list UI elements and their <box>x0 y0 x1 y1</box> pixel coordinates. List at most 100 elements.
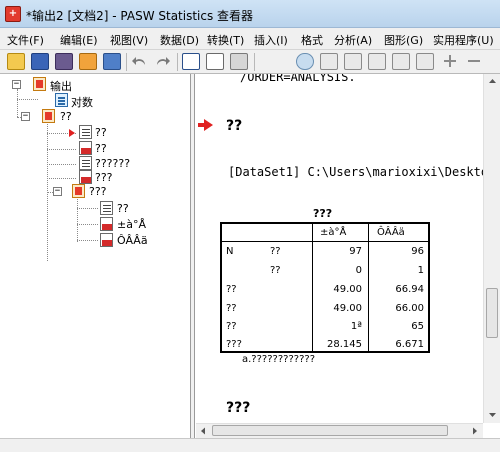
find-icon[interactable] <box>296 53 314 70</box>
toolbar-separator <box>126 53 127 71</box>
horizontal-scrollbar[interactable] <box>196 423 483 438</box>
collapse-root-icon[interactable]: − <box>12 80 21 89</box>
table-cell: 1ª <box>350 321 362 332</box>
viewer-content: /ORDER=ANALYSIS. ?? [DataSet1] C:\Users\… <box>196 74 500 423</box>
menu-transform[interactable]: 转换(T) <box>207 32 244 48</box>
subsection-book-icon <box>72 184 85 198</box>
designate-window-icon[interactable] <box>320 53 338 70</box>
horizontal-scroll-thumb[interactable] <box>212 425 448 436</box>
table-cell: 49.00 <box>333 284 362 295</box>
expand-icon[interactable] <box>392 53 410 70</box>
table-title: ??? <box>313 207 333 220</box>
scroll-right-icon[interactable] <box>468 424 482 438</box>
tree-item-label[interactable]: ?? <box>95 142 107 155</box>
menu-analyze[interactable]: 分析(A) <box>334 32 372 48</box>
outline-pane: − 输出 对数 − ?? ?? ?? ?????? ??? − ??? ?? ±… <box>0 74 191 438</box>
collapse-subsection-icon[interactable]: − <box>53 187 62 196</box>
collapse-section-icon[interactable]: − <box>21 112 30 121</box>
table-icon <box>79 170 92 184</box>
syntax-line: /ORDER=ANALYSIS. <box>240 74 356 84</box>
current-section-arrow-icon <box>198 119 213 131</box>
export-icon[interactable] <box>103 53 121 70</box>
tree-connector <box>77 224 98 225</box>
open-icon[interactable] <box>7 53 25 70</box>
scroll-left-icon[interactable] <box>196 424 210 438</box>
tree-subsection-label[interactable]: ??? <box>89 185 107 198</box>
tree-connector <box>47 121 48 261</box>
column-header: ÔÂÂä <box>377 227 405 238</box>
table-footnote: a.???????????? <box>242 354 315 365</box>
table-cell: 97 <box>349 246 362 257</box>
tree-log-label[interactable]: 对数 <box>71 94 93 110</box>
scroll-up-icon[interactable] <box>484 74 500 88</box>
tree-section-label[interactable]: ?? <box>60 110 72 123</box>
table-rule <box>312 222 313 353</box>
row-label: ??? <box>226 339 242 350</box>
toolbar-separator <box>254 53 255 71</box>
tree-connector <box>47 164 76 165</box>
redo-icon[interactable] <box>153 53 171 70</box>
table-rule <box>220 241 430 242</box>
tree-item-label[interactable]: ±à°Å <box>117 218 146 231</box>
tree-connector <box>47 149 76 150</box>
table-cell: 1 <box>417 265 424 276</box>
dataset-icon <box>79 156 92 170</box>
hide-icon[interactable] <box>465 53 483 70</box>
print-icon[interactable] <box>55 53 73 70</box>
tree-connector <box>77 196 78 242</box>
title-bar: + *输出2 [文档2] - PASW Statistics 查看器 <box>0 0 500 28</box>
pane-splitter[interactable] <box>191 74 195 438</box>
vertical-scrollbar[interactable] <box>483 74 500 423</box>
goto-case-icon[interactable] <box>206 53 224 70</box>
menu-data[interactable]: 数据(D) <box>160 32 199 48</box>
toolbar-separator <box>177 53 178 71</box>
menu-utilities[interactable]: 实用程序(U) <box>433 32 494 48</box>
row-label: ?? <box>226 303 237 314</box>
app-icon: + <box>5 6 21 22</box>
window-title: *输出2 [文档2] - PASW Statistics 查看器 <box>26 9 254 23</box>
save-icon[interactable] <box>31 53 49 70</box>
notes-icon <box>79 141 92 155</box>
show-icon[interactable] <box>441 53 459 70</box>
promote-icon[interactable] <box>344 53 362 70</box>
tree-item-label[interactable]: ÔÂÂä <box>117 234 148 247</box>
menu-view[interactable]: 视图(V) <box>110 32 148 48</box>
log-icon <box>55 93 68 107</box>
tree-connector <box>17 99 38 100</box>
table-rule <box>368 222 369 353</box>
statistics-table[interactable]: ±à°Å ÔÂÂä N ?? 97 96 ?? 0 1 ?? 49.00 66.… <box>220 222 430 353</box>
menu-format[interactable]: 格式 <box>301 32 323 48</box>
menu-file[interactable]: 文件(F) <box>7 32 44 48</box>
undo-icon[interactable] <box>131 53 149 70</box>
current-item-arrow-icon <box>69 129 75 137</box>
variables-icon[interactable] <box>230 53 248 70</box>
tree-item-label[interactable]: ?? <box>117 202 129 215</box>
menu-bar: 文件(F) 编辑(E) 视图(V) 数据(D) 转换(T) 插入(I) 格式 分… <box>0 28 500 50</box>
next-section-heading[interactable]: ??? <box>226 400 250 416</box>
title-icon <box>100 201 113 215</box>
tree-root-label[interactable]: 输出 <box>50 78 72 94</box>
tree-connector <box>47 178 76 179</box>
print-preview-icon[interactable] <box>79 53 97 70</box>
row-label: ?? <box>226 321 237 332</box>
section-heading[interactable]: ?? <box>226 118 242 134</box>
toolbar <box>0 50 500 74</box>
title-icon <box>79 125 92 139</box>
tree-item-label[interactable]: ?????? <box>95 157 130 170</box>
tree-item-label[interactable]: ?? <box>95 126 107 139</box>
menu-insert[interactable]: 插入(I) <box>254 32 288 48</box>
table-cell: 0 <box>355 265 362 276</box>
table-cell: 28.145 <box>327 339 362 350</box>
scroll-down-icon[interactable] <box>484 408 500 422</box>
menu-edit[interactable]: 编辑(E) <box>60 32 98 48</box>
menu-graphs[interactable]: 图形(G) <box>384 32 423 48</box>
chart-icon <box>100 217 113 231</box>
table-cell: 49.00 <box>333 303 362 314</box>
vertical-scroll-thumb[interactable] <box>486 288 498 338</box>
demote-icon[interactable] <box>368 53 386 70</box>
dataset-line[interactable]: [DataSet1] C:\Users\marioxixi\Desktop\ <box>228 165 500 179</box>
tree-item-label[interactable]: ??? <box>95 171 113 184</box>
goto-data-icon[interactable] <box>182 53 200 70</box>
collapse-icon[interactable] <box>416 53 434 70</box>
row-sublabel: ?? <box>270 246 281 257</box>
